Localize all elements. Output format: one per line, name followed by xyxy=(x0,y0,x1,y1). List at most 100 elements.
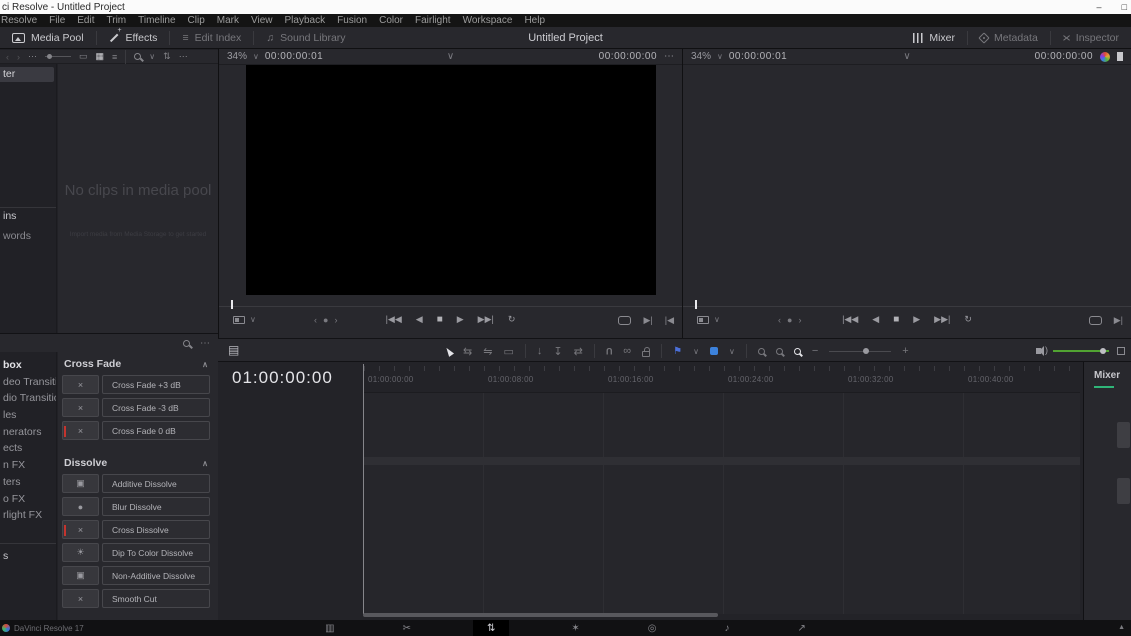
list-view-icon[interactable]: ≡ xyxy=(112,52,117,62)
menu-item[interactable]: Trim xyxy=(107,15,127,26)
source-video-area[interactable] xyxy=(246,65,656,295)
bin-item-master[interactable]: ter xyxy=(0,67,54,82)
timeline-scrubber[interactable] xyxy=(683,297,1131,307)
page-color-button[interactable]: ◎ xyxy=(642,620,663,636)
viewer-zoom-level[interactable]: 34% xyxy=(227,51,247,62)
insert-clip-icon[interactable]: ↓ xyxy=(537,345,543,357)
restore-button[interactable]: □ xyxy=(1122,2,1127,12)
loop-button[interactable]: ↻ xyxy=(964,314,972,325)
minimize-button[interactable]: – xyxy=(1097,2,1102,12)
previous-edit-icon[interactable]: |◀ xyxy=(665,315,674,326)
mixer-button[interactable]: Mixer xyxy=(901,27,967,48)
transition-item[interactable]: × Cross Dissolve xyxy=(62,520,210,540)
match-frame-icon[interactable] xyxy=(618,316,631,325)
stop-button[interactable]: ■ xyxy=(893,314,899,325)
menu-item[interactable]: Playback xyxy=(285,15,326,26)
thumbnail-size-slider[interactable] xyxy=(45,56,71,57)
transition-item[interactable]: × Cross Fade 0 dB xyxy=(62,421,210,441)
source-scrubber[interactable] xyxy=(219,297,682,307)
first-frame-button[interactable]: |◀◀ xyxy=(842,314,858,325)
smart-bins-label[interactable]: ins xyxy=(3,210,16,222)
effects-sidebar-item[interactable]: box xyxy=(0,357,56,374)
chevron-down-icon[interactable]: ∨ xyxy=(717,52,723,61)
effects-button[interactable]: Effects xyxy=(97,27,170,48)
back-button[interactable]: ‹ xyxy=(6,52,9,62)
search-icon[interactable] xyxy=(134,53,141,60)
timeline-tracks[interactable] xyxy=(363,392,1080,614)
transition-item[interactable]: ▣ Additive Dissolve xyxy=(62,474,210,494)
metadata-button[interactable]: Metadata xyxy=(968,27,1050,48)
transition-item[interactable]: ▣ Non-Additive Dissolve xyxy=(62,566,210,586)
more-options-icon[interactable]: ⋯ xyxy=(28,51,37,62)
last-frame-button[interactable]: ▶▶| xyxy=(934,314,950,325)
snapping-icon[interactable]: U xyxy=(606,346,613,356)
more-options-icon[interactable]: ⋯ xyxy=(664,51,674,62)
audio-settings-icon[interactable] xyxy=(1117,347,1125,355)
more-options-icon[interactable]: ⋯ xyxy=(179,51,188,62)
collapse-caret-icon[interactable]: ∧ xyxy=(202,360,208,369)
forward-button[interactable]: › xyxy=(17,52,20,62)
transition-item[interactable]: ☀ Dip To Color Dissolve xyxy=(62,543,210,563)
mixer-control[interactable] xyxy=(1117,422,1130,448)
mixer-control[interactable] xyxy=(1117,478,1130,504)
timeline-horizontal-scrollbar[interactable] xyxy=(363,613,718,617)
collapse-caret-icon[interactable]: ∧ xyxy=(202,459,208,468)
effects-sidebar-item[interactable]: ects xyxy=(0,440,56,457)
overwrite-clip-icon[interactable]: ↧ xyxy=(553,345,562,358)
chevron-down-icon[interactable]: ∨ xyxy=(149,52,155,61)
next-edit-icon[interactable]: ▶| xyxy=(643,315,652,326)
section-header-dissolve[interactable]: Dissolve ∧ xyxy=(62,455,210,474)
next-edit-icon[interactable]: ▶| xyxy=(1114,315,1123,326)
zoom-slider[interactable] xyxy=(829,351,891,352)
chevron-down-icon[interactable]: ∨ xyxy=(693,347,699,356)
flag-icon[interactable]: ⚑ xyxy=(673,346,682,357)
menu-item[interactable]: Help xyxy=(524,15,545,26)
menu-item[interactable]: Fairlight xyxy=(415,15,451,26)
effects-sidebar-item[interactable]: n FX xyxy=(0,457,56,474)
zoom-detail-icon[interactable] xyxy=(776,348,783,355)
menu-item[interactable]: Workspace xyxy=(463,15,513,26)
section-header-cross-fade[interactable]: Cross Fade ∧ xyxy=(62,356,210,375)
chevron-down-icon[interactable]: ∨ xyxy=(729,347,735,356)
transition-item[interactable]: × Cross Fade +3 dB xyxy=(62,375,210,395)
effects-sidebar-item[interactable]: rlight FX xyxy=(0,507,56,524)
zoom-out-icon[interactable]: − xyxy=(812,345,818,357)
zoom-in-icon[interactable]: + xyxy=(902,345,908,357)
sound-library-button[interactable]: ♫ Sound Library xyxy=(254,27,357,48)
effects-sidebar-item[interactable]: les xyxy=(0,407,56,424)
menu-item[interactable]: Mark xyxy=(217,15,239,26)
grid-view-icon[interactable]: ▦ xyxy=(96,51,105,62)
page-fusion-button[interactable]: ✶ xyxy=(565,620,585,636)
timeline-ruler[interactable]: 01:00:00:0001:00:08:0001:00:16:0001:00:2… xyxy=(363,364,1080,392)
dynamic-trim-mode-icon[interactable]: ⇋ xyxy=(483,345,492,358)
chevron-down-icon[interactable]: ∨ xyxy=(253,52,259,61)
effects-sidebar-item[interactable]: ters xyxy=(0,474,56,491)
loop-button[interactable]: ↻ xyxy=(508,314,516,325)
effects-sidebar-item[interactable]: nerators xyxy=(0,424,56,441)
menu-item[interactable]: Edit xyxy=(77,15,94,26)
linked-selection-icon[interactable]: ∞ xyxy=(623,345,631,357)
page-edit-button[interactable]: ⇅ xyxy=(473,620,509,636)
trim-edit-mode-icon[interactable]: ⇆ xyxy=(463,345,472,358)
page-cut-button[interactable]: ✂ xyxy=(397,620,417,636)
play-button[interactable]: ▶ xyxy=(913,314,920,325)
search-icon[interactable] xyxy=(183,340,190,347)
more-options-icon[interactable]: ⋯ xyxy=(200,338,210,349)
blade-edit-mode-icon[interactable]: ▭ xyxy=(503,345,513,358)
page-deliver-button[interactable]: ↗ xyxy=(791,620,811,636)
zoom-full-extent-icon[interactable] xyxy=(758,348,765,355)
menu-item[interactable]: Color xyxy=(379,15,403,26)
timeline-view-options-icon[interactable]: ▤ xyxy=(228,343,239,357)
menu-item[interactable]: File xyxy=(49,15,65,26)
play-reverse-button[interactable]: ◀ xyxy=(416,314,423,325)
timeline-playhead[interactable] xyxy=(363,364,364,614)
media-pool-button[interactable]: Media Pool xyxy=(0,27,96,48)
transition-item[interactable]: ● Blur Dissolve xyxy=(62,497,210,517)
effects-sidebar-item[interactable]: dio Transitions xyxy=(0,390,56,407)
play-button[interactable]: ▶ xyxy=(457,314,464,325)
viewer-zoom-level[interactable]: 34% xyxy=(691,51,711,62)
page-fairlight-button[interactable]: ♪ xyxy=(718,620,735,636)
filmstrip-view-icon[interactable]: ▭ xyxy=(79,51,88,62)
marker-icon[interactable] xyxy=(710,347,718,355)
position-lock-icon[interactable] xyxy=(642,351,650,357)
